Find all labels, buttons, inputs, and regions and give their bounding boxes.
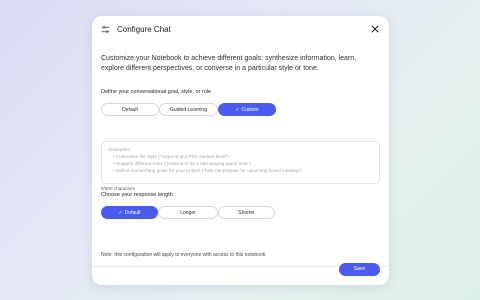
goal-option-guided-learning[interactable]: Guided Learning <box>159 103 218 116</box>
length-label: Choose your response length <box>101 192 173 198</box>
length-option-longer[interactable]: Longer <box>158 206 218 219</box>
length-option-default[interactable]: ✓ Default <box>101 206 158 219</box>
length-segmented-control: ✓ Default Longer Shorter <box>101 206 275 219</box>
close-icon[interactable] <box>371 25 379 33</box>
intro-text: Customize your Notebook to achieve diffe… <box>101 55 357 72</box>
goal-option-custom[interactable]: ✓ Custom <box>218 103 276 116</box>
goal-segmented-control: Default Guided Learning ✓ Custom <box>101 103 276 116</box>
goal-label: Define your conversational goal, style, … <box>101 89 212 95</box>
check-icon: ✓ <box>118 210 123 216</box>
placeholder-example: • Customize the style ("respond at a PhD… <box>113 154 229 159</box>
placeholder-example: • Define overarching goals for your proj… <box>113 168 302 173</box>
placeholder-heading: Examples: <box>109 147 131 152</box>
sharing-note: Note: this configuration will apply to e… <box>101 252 267 258</box>
dialog-header: Configure Chat <box>92 16 389 44</box>
dialog-title: Configure Chat <box>117 25 171 34</box>
check-icon: ✓ <box>235 107 240 113</box>
save-button[interactable]: Save <box>339 263 380 276</box>
goal-option-default[interactable]: Default <box>101 103 159 116</box>
configure-chat-dialog: Configure Chat Customize your Notebook t… <box>92 16 389 285</box>
placeholder-example: • Suggest different roles ("pretend to b… <box>113 161 251 166</box>
tune-icon <box>101 25 110 34</box>
length-option-shorter[interactable]: Shorter <box>218 206 275 219</box>
custom-goal-textarea[interactable]: Examples: • Customize the style ("respon… <box>101 141 380 184</box>
